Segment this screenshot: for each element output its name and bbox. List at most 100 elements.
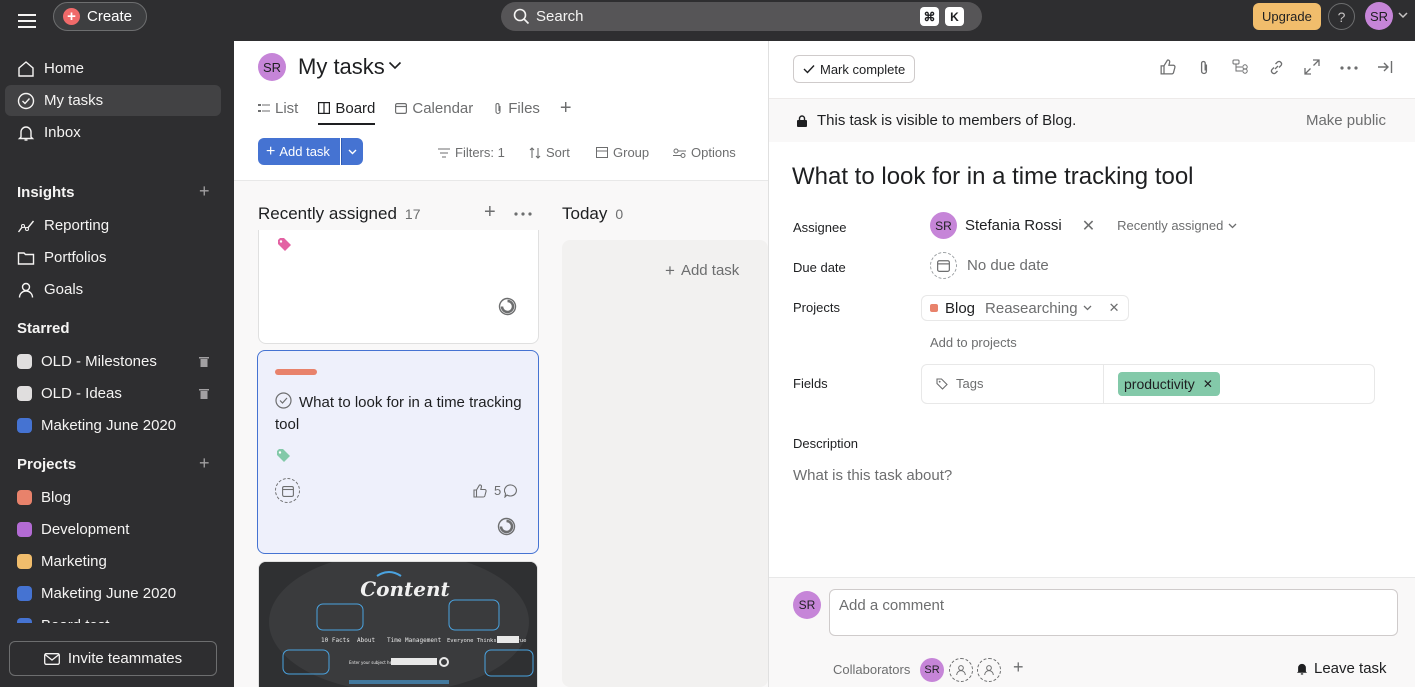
task-title[interactable]: What to look for in a time tracking tool bbox=[792, 163, 1194, 191]
expand-icon[interactable] bbox=[1304, 59, 1320, 75]
add-task-dropdown[interactable] bbox=[340, 138, 363, 165]
thumbs-up-icon[interactable] bbox=[473, 484, 487, 498]
make-public-button[interactable]: Make public bbox=[1306, 112, 1386, 129]
tab-list[interactable]: List bbox=[258, 93, 298, 123]
add-project-icon[interactable]: + bbox=[199, 453, 210, 474]
group-button[interactable]: Group bbox=[596, 145, 649, 160]
task-card[interactable] bbox=[258, 230, 539, 344]
calendar-icon bbox=[281, 485, 294, 497]
thumbs-up-icon[interactable] bbox=[1160, 59, 1176, 75]
mark-complete-label: Mark complete bbox=[820, 61, 906, 77]
sidebar-item-project[interactable]: Development bbox=[5, 514, 221, 545]
options-button[interactable]: Options bbox=[673, 145, 736, 160]
invite-teammates-button[interactable]: Invite teammates bbox=[9, 641, 217, 676]
close-pane-icon[interactable] bbox=[1377, 59, 1393, 75]
trash-icon[interactable] bbox=[199, 356, 209, 367]
sidebar: Home My tasks Inbox Insights + Reporting… bbox=[0, 41, 234, 687]
sidebar-item-my-tasks[interactable]: My tasks bbox=[5, 85, 221, 116]
collaborator-avatar[interactable]: SR bbox=[920, 658, 944, 682]
sidebar-item-reporting[interactable]: Reporting bbox=[5, 210, 221, 241]
sidebar-item-starred-project[interactable]: OLD - Ideas bbox=[5, 378, 221, 409]
trash-icon[interactable] bbox=[199, 388, 209, 399]
leave-task-button[interactable]: Leave task bbox=[1295, 660, 1387, 677]
add-card-icon[interactable]: + bbox=[484, 201, 496, 224]
tab-label: List bbox=[275, 99, 299, 117]
add-collaborator-placeholder[interactable] bbox=[977, 658, 1001, 682]
bell-icon bbox=[17, 125, 35, 141]
task-card-selected[interactable]: What to look for in a time tracking tool… bbox=[257, 350, 539, 554]
comment-icon bbox=[504, 484, 517, 498]
cover-title-art: Content bbox=[360, 577, 450, 601]
comment-input[interactable]: Add a comment bbox=[829, 589, 1398, 636]
chevron-down-icon bbox=[1228, 223, 1237, 228]
add-to-projects-button[interactable]: Add to projects bbox=[930, 335, 1017, 350]
column-title-text: Today bbox=[562, 204, 608, 223]
project-section-dropdown[interactable]: Reasearching bbox=[985, 300, 1092, 317]
cover-item: 10 Facts bbox=[321, 637, 350, 644]
sort-button[interactable]: Sort bbox=[529, 145, 570, 160]
remove-project-icon[interactable]: ✕ bbox=[1109, 300, 1120, 316]
sidebar-item-project[interactable]: Blog bbox=[5, 482, 221, 513]
tab-calendar[interactable]: Calendar bbox=[395, 93, 473, 123]
sidebar-item-label: Development bbox=[41, 521, 130, 538]
mark-complete-button[interactable]: Mark complete bbox=[793, 55, 916, 83]
remove-assignee-icon[interactable]: ✕ bbox=[1082, 216, 1095, 236]
paperclip-icon[interactable] bbox=[1198, 59, 1210, 76]
filters-button[interactable]: Filters: 1 bbox=[438, 145, 505, 160]
image-task-card[interactable]: Content 10 Facts About Time Management E… bbox=[258, 561, 538, 687]
plus-icon: + bbox=[665, 261, 675, 280]
more-icon[interactable] bbox=[1340, 66, 1358, 70]
add-collaborator-icon[interactable]: + bbox=[1013, 657, 1024, 678]
more-icon[interactable] bbox=[514, 212, 532, 216]
add-tab-icon[interactable]: + bbox=[560, 93, 572, 123]
sidebar-item-home[interactable]: Home bbox=[5, 53, 221, 84]
add-collaborator-placeholder[interactable] bbox=[949, 658, 973, 682]
sidebar-item-project[interactable]: Marketing bbox=[5, 546, 221, 577]
sidebar-item-label: Reporting bbox=[44, 217, 110, 234]
sidebar-item-project[interactable]: Maketing June 2020 bbox=[5, 578, 221, 609]
starred-title: Starred bbox=[17, 320, 70, 337]
chevron-down-icon bbox=[348, 149, 357, 154]
assignee-section-dropdown[interactable]: Recently assigned bbox=[1117, 218, 1237, 233]
sidebar-item-goals[interactable]: Goals bbox=[5, 274, 221, 305]
check-circle-icon bbox=[17, 92, 35, 109]
sidebar-item-portfolios[interactable]: Portfolios bbox=[5, 242, 221, 273]
tag-chip[interactable]: productivity ✕ bbox=[1118, 372, 1220, 396]
sidebar-item-inbox[interactable]: Inbox bbox=[5, 117, 221, 148]
user-avatar[interactable]: SR bbox=[1365, 2, 1393, 30]
add-task-button[interactable]: + Add task bbox=[258, 138, 340, 165]
main-content: SR My tasks List Board Calendar Files + bbox=[234, 41, 768, 687]
chevron-down-icon[interactable] bbox=[388, 61, 402, 70]
sort-label: Sort bbox=[546, 145, 570, 160]
subtask-icon[interactable] bbox=[1232, 59, 1249, 75]
cover-image: Content 10 Facts About Time Management E… bbox=[259, 562, 537, 687]
assignee-field[interactable]: SR Stefania Rossi ✕ Recently assigned bbox=[930, 212, 1237, 239]
column-title: Recently assigned 17 bbox=[258, 204, 421, 224]
sidebar-item-label: Portfolios bbox=[44, 249, 107, 266]
add-insight-icon[interactable]: + bbox=[199, 181, 210, 202]
tab-files[interactable]: Files bbox=[493, 93, 540, 123]
tab-board[interactable]: Board bbox=[318, 93, 376, 125]
project-chip[interactable]: Blog Reasearching ✕ bbox=[921, 295, 1129, 321]
tags-field-label: Tags bbox=[936, 376, 983, 391]
description-field[interactable]: What is this task about? bbox=[793, 467, 952, 484]
link-icon[interactable] bbox=[1268, 59, 1285, 76]
page-avatar: SR bbox=[258, 53, 286, 81]
due-date-button[interactable] bbox=[275, 478, 300, 503]
chevron-down-icon[interactable] bbox=[1398, 12, 1408, 19]
assignee-label: Assignee bbox=[793, 220, 847, 235]
visibility-banner: This task is visible to members of Blog.… bbox=[769, 98, 1415, 142]
help-button[interactable]: ? bbox=[1328, 3, 1355, 30]
like-count: 5 bbox=[494, 483, 502, 498]
sidebar-item-starred-project[interactable]: Maketing June 2020 bbox=[5, 410, 221, 441]
hamburger-menu-icon[interactable] bbox=[14, 8, 40, 34]
upgrade-button[interactable]: Upgrade bbox=[1253, 3, 1321, 30]
remove-tag-icon[interactable]: ✕ bbox=[1203, 377, 1213, 391]
due-date-field[interactable]: No due date bbox=[930, 252, 1049, 279]
search-bar[interactable]: Search ⌘ K bbox=[501, 2, 982, 31]
project-color-swatch bbox=[17, 586, 32, 601]
today-add-task-button[interactable]: + Add task bbox=[665, 262, 739, 279]
leave-task-label: Leave task bbox=[1314, 660, 1387, 677]
sidebar-item-starred-project[interactable]: OLD - Milestones bbox=[5, 346, 221, 377]
create-button[interactable]: + Create bbox=[53, 2, 148, 31]
